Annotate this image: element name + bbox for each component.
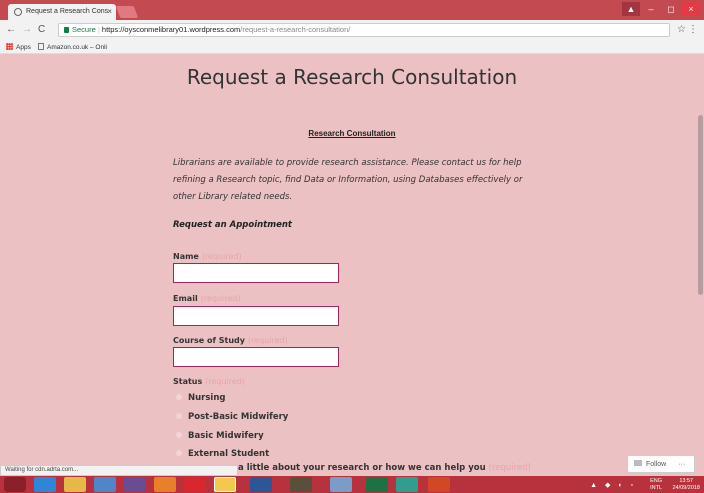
back-arrow-icon[interactable]: ←: [6, 24, 16, 35]
lock-icon: [64, 27, 69, 33]
name-field[interactable]: [173, 263, 339, 283]
research-details-label: a little about your research or how we c…: [238, 463, 531, 473]
browser-toolbar: ← → C Secure | https://oysconmelibrary01…: [0, 20, 704, 40]
publisher-icon[interactable]: [396, 477, 418, 492]
firefox-icon[interactable]: [154, 477, 176, 492]
word-icon[interactable]: [250, 477, 272, 492]
site-favicon-icon: [14, 8, 22, 16]
url-host: https://oysconmelibrary01.wordpress.com: [101, 25, 241, 34]
radio-button[interactable]: [176, 432, 182, 438]
page-scrollbar[interactable]: [696, 55, 704, 470]
excel-icon[interactable]: [366, 477, 388, 492]
required-hint: (required): [488, 463, 531, 473]
email-field[interactable]: [173, 306, 339, 326]
new-tab-button[interactable]: [115, 6, 139, 18]
file-explorer-icon[interactable]: [64, 477, 86, 492]
name-label: Name (required): [173, 252, 242, 261]
appointment-heading: Request an Appointment: [173, 220, 292, 230]
name-label-text: Name: [173, 252, 199, 261]
close-window-button[interactable]: ×: [682, 2, 700, 16]
window-controls: ▲ – ◻ ×: [622, 2, 700, 16]
apps-grid-icon: [6, 43, 13, 50]
forward-arrow-icon[interactable]: →: [22, 24, 32, 35]
lang-bottom: INTL: [650, 484, 662, 491]
url-path: /request-a-research-consultation/: [240, 25, 351, 34]
status-option-label: Basic Midwifery: [188, 431, 264, 441]
course-label-text: Course of Study: [173, 336, 245, 345]
windows-taskbar: ▲ ◆ ◐ ▫ ENG INTL 13:57 24/09/2018: [0, 476, 704, 493]
powerpoint-icon[interactable]: [428, 477, 450, 492]
required-hint: (required): [201, 252, 242, 261]
page-content: Request a Research Consultation Research…: [0, 55, 704, 473]
browser-menu-icon[interactable]: ⋮: [688, 24, 698, 35]
app-icon[interactable]: [94, 477, 116, 492]
status-option-external-student[interactable]: External Student: [176, 449, 269, 459]
internet-explorer-icon[interactable]: [34, 477, 56, 492]
status-option-label: External Student: [188, 449, 270, 459]
section-title: Research Consultation: [308, 129, 396, 138]
address-bar[interactable]: Secure | https://oysconmelibrary01.wordp…: [58, 23, 670, 37]
bookmark-label: Amazon.co.uk – Onli: [47, 44, 107, 51]
follow-label: Follow: [646, 461, 667, 468]
secure-label: Secure: [72, 25, 96, 34]
tray-icons[interactable]: ▲ ◆ ◐ ▫: [590, 481, 636, 489]
reload-icon[interactable]: C: [38, 24, 45, 35]
clock-date: 24/09/2018: [672, 484, 700, 491]
required-hint: (required): [247, 336, 288, 345]
scrollbar-thumb[interactable]: [698, 115, 703, 295]
status-option-label: Post-Basic Midwifery: [188, 412, 289, 422]
status-label: Status (required): [173, 377, 245, 386]
bookmark-apps[interactable]: Apps: [6, 43, 31, 51]
maximize-button[interactable]: ◻: [662, 2, 680, 16]
lang-top: ENG: [650, 478, 662, 484]
bookmark-label: Apps: [16, 44, 31, 51]
required-hint: (required): [205, 377, 246, 386]
page-icon: [38, 43, 44, 50]
app-icon[interactable]: [330, 477, 352, 492]
chrome-icon[interactable]: [214, 477, 236, 492]
minimize-button[interactable]: –: [642, 2, 660, 16]
bookmark-star-icon[interactable]: ☆: [677, 24, 686, 35]
start-button[interactable]: [4, 477, 26, 492]
intro-paragraph: Librarians are available to provide rese…: [173, 158, 523, 202]
more-icon[interactable]: ···: [678, 461, 685, 468]
status-option-basic-midwifery[interactable]: Basic Midwifery: [176, 431, 264, 441]
page-title: Request a Research Consultation: [186, 65, 518, 89]
tab-title: Request a Research Cons: [26, 8, 109, 15]
email-label-text: Email: [173, 294, 198, 303]
radio-button[interactable]: [176, 394, 182, 400]
profile-icon[interactable]: ▲: [622, 2, 640, 16]
status-option-label: Nursing: [188, 393, 226, 403]
radio-button[interactable]: [176, 450, 182, 456]
media-icon[interactable]: [124, 477, 146, 492]
browser-titlebar: Request a Research Cons × ▲ – ◻ ×: [0, 0, 704, 20]
research-details-text: a little about your research or how we c…: [238, 463, 486, 473]
loading-status-bar: Waiting for cdn.adrta.com...: [0, 465, 238, 476]
browser-tab[interactable]: Request a Research Cons ×: [8, 4, 116, 20]
course-label: Course of Study (required): [173, 336, 288, 345]
tab-close-icon[interactable]: ×: [107, 7, 112, 16]
clock[interactable]: 13:57 24/09/2018: [672, 478, 700, 491]
radio-button[interactable]: [176, 413, 182, 419]
bookmark-amazon[interactable]: Amazon.co.uk – Onli: [38, 43, 107, 51]
status-option-nursing[interactable]: Nursing: [176, 393, 225, 403]
email-label: Email (required): [173, 294, 240, 303]
language-indicator[interactable]: ENG INTL: [650, 478, 662, 491]
app-icon[interactable]: [290, 477, 312, 492]
course-field[interactable]: [173, 347, 339, 367]
bookmarks-bar: Apps Amazon.co.uk – Onli: [0, 40, 704, 54]
opera-icon[interactable]: [184, 477, 206, 492]
required-hint: (required): [200, 294, 241, 303]
status-label-text: Status: [173, 377, 203, 386]
follow-icon: [634, 460, 642, 466]
follow-button[interactable]: Follow ···: [627, 455, 695, 473]
status-option-post-basic-midwifery[interactable]: Post-Basic Midwifery: [176, 412, 288, 422]
